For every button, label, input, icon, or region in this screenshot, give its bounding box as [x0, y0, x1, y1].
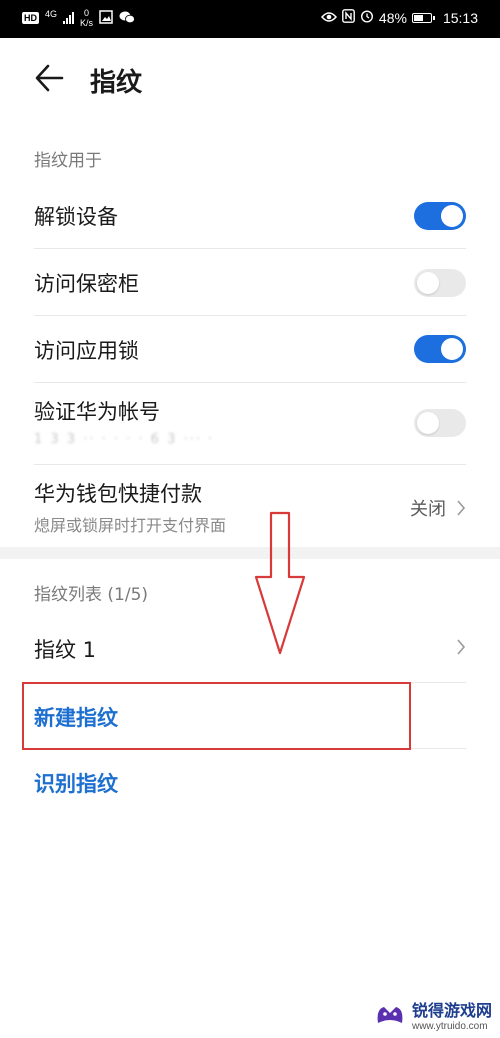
- row-title: 验证华为帐号: [34, 400, 160, 424]
- divider: [34, 315, 466, 316]
- watermark-logo-icon: [377, 1006, 403, 1023]
- section-label-list: 指纹列表 (1/5): [34, 585, 149, 605]
- annotation-arrow-down-icon: [254, 511, 306, 655]
- toggle-access-app-lock[interactable]: [414, 335, 466, 363]
- alarm-icon: [360, 9, 374, 26]
- nfc-icon: [342, 9, 355, 26]
- chevron-right-icon: [457, 639, 466, 655]
- section-gap: [0, 547, 500, 559]
- wechat-icon: [119, 10, 135, 27]
- value-text: 关闭: [410, 499, 446, 520]
- status-right: 48% 15:13: [320, 9, 478, 26]
- arrow-left-icon[interactable]: [34, 60, 64, 96]
- toggle-knob: [417, 272, 439, 294]
- row-title: 解锁设备: [34, 205, 118, 229]
- row-unlock-device[interactable]: 解锁设备: [34, 201, 466, 231]
- toggle-knob: [441, 338, 463, 360]
- watermark-url: www.ytruido.com: [411, 1021, 488, 1032]
- row-access-app-lock[interactable]: 访问应用锁: [34, 335, 466, 365]
- toggle-knob: [441, 205, 463, 227]
- row-subtitle: 熄屏或锁屏时打开支付界面: [34, 516, 227, 535]
- section-label-usage: 指纹用于: [34, 151, 102, 171]
- signal-icon: [63, 12, 75, 24]
- app-header: 指纹: [0, 38, 500, 118]
- network-type: 4G: [45, 8, 58, 19]
- chevron-right-icon: [457, 500, 466, 516]
- row-huawei-wallet-pay[interactable]: 华为钱包快捷付款 熄屏或锁屏时打开支付界面: [34, 478, 466, 536]
- divider: [34, 248, 466, 249]
- masked-account: 1 3 3 ·· · · · · 6 3 ··· ·: [34, 432, 215, 447]
- identify-fingerprint-link[interactable]: 识别指纹: [34, 768, 118, 798]
- toggle-knob: [417, 412, 439, 434]
- toggle-access-safe[interactable]: [414, 269, 466, 297]
- row-title: 华为钱包快捷付款: [34, 482, 202, 506]
- toggle-unlock-device[interactable]: [414, 202, 466, 230]
- divider: [34, 382, 466, 383]
- battery-icon: [411, 12, 435, 23]
- watermark-name: 锐得游戏网: [411, 1001, 492, 1020]
- toggle-verify-huawei-account[interactable]: [414, 409, 466, 437]
- eye-icon: [320, 10, 337, 26]
- battery-percent: 48%: [378, 9, 407, 26]
- status-bar: HD 4G 0 K/s 48% 15:13: [0, 0, 500, 38]
- row-title: 访问保密柜: [34, 272, 139, 296]
- row-verify-huawei-account[interactable]: 验证华为帐号: [34, 396, 466, 426]
- wallet-pay-value[interactable]: 关闭: [410, 495, 466, 521]
- image-icon: [99, 9, 113, 27]
- annotation-highlight-box: [22, 682, 411, 750]
- network-speed: 0 K/s: [80, 8, 94, 28]
- row-title: 指纹 1: [34, 638, 97, 662]
- page-title: 指纹: [90, 68, 143, 98]
- clock: 15:13: [442, 9, 478, 26]
- row-title: 访问应用锁: [34, 339, 139, 363]
- watermark-text: 锐得游戏网 www.ytruido.com: [412, 997, 492, 1032]
- divider: [34, 464, 466, 465]
- hd-badge: HD: [22, 12, 39, 24]
- row-fingerprint-1[interactable]: 指纹 1: [34, 634, 466, 664]
- watermark: 锐得游戏网 www.ytruido.com: [374, 997, 492, 1032]
- fingerprint-1-chevron[interactable]: [456, 638, 466, 656]
- row-access-safe[interactable]: 访问保密柜: [34, 268, 466, 298]
- status-left: HD 4G 0 K/s: [22, 8, 135, 28]
